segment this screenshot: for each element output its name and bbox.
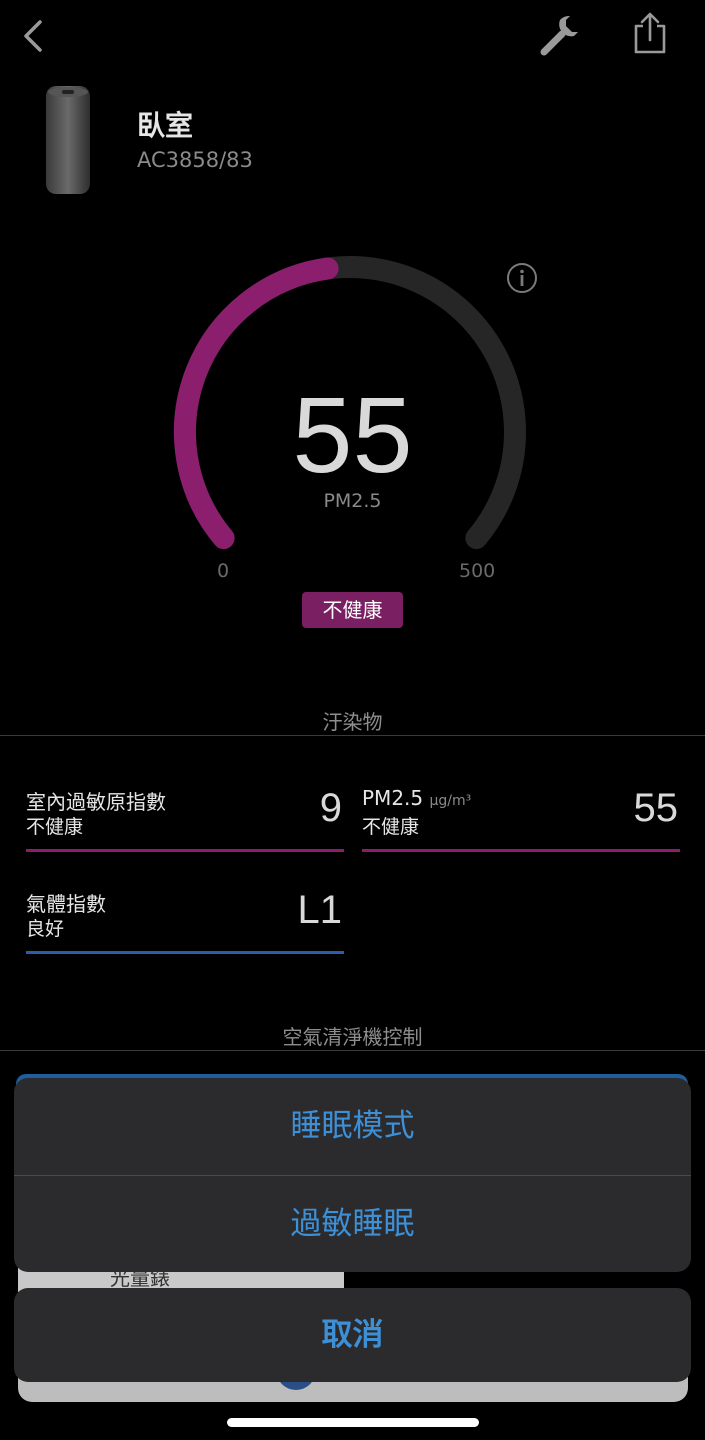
sleep-mode-option[interactable]: 睡眠模式	[14, 1078, 691, 1174]
metric-status: 不健康	[362, 816, 420, 838]
gauge-min-label: 0	[217, 560, 230, 582]
share-icon[interactable]	[630, 10, 670, 56]
air-quality-status-badge: 不健康	[302, 592, 403, 628]
back-chevron-icon[interactable]	[18, 18, 48, 54]
metric-bar	[26, 849, 344, 852]
cancel-button[interactable]: 取消	[14, 1288, 691, 1382]
metric-value: 9	[319, 786, 342, 830]
metric-bar	[26, 951, 344, 954]
controls-section-title: 空氣清淨機控制	[282, 1025, 423, 1049]
pm25-value: 55	[292, 374, 413, 495]
metric-name: PM2.5 µg/m³	[362, 786, 471, 810]
metric-gas-index[interactable]: 氣體指數 良好 L1	[26, 888, 344, 954]
wrench-icon[interactable]	[534, 12, 582, 58]
metric-name: 室內過敏原指數	[26, 790, 166, 814]
metric-status: 良好	[26, 918, 65, 940]
device-model: AC3858/83	[137, 148, 253, 172]
metric-name-text: PM2.5	[362, 786, 424, 810]
metric-unit: µg/m³	[429, 793, 472, 809]
metric-value: 55	[633, 786, 679, 830]
air-purifier-image	[46, 86, 90, 194]
room-name: 臥室	[137, 109, 194, 142]
info-icon[interactable]	[506, 262, 538, 294]
section-divider	[0, 1050, 705, 1051]
metric-name: 氣體指數	[26, 892, 106, 916]
gauge-max-label: 500	[459, 560, 496, 582]
metric-status: 不健康	[26, 816, 84, 838]
mode-action-sheet: 睡眠模式 過敏睡眠	[14, 1078, 691, 1272]
pollutants-section-title: 汙染物	[322, 710, 383, 734]
metric-pm25[interactable]: PM2.5 µg/m³ 不健康 55	[362, 786, 680, 852]
pm25-label: PM2.5	[323, 490, 382, 512]
home-indicator	[227, 1418, 479, 1427]
metric-allergen-index[interactable]: 室內過敏原指數 不健康 9	[26, 786, 344, 852]
metric-value: L1	[297, 888, 343, 932]
allergen-sleep-option[interactable]: 過敏睡眠	[14, 1176, 691, 1272]
metric-bar	[362, 849, 680, 852]
section-divider	[0, 735, 705, 736]
